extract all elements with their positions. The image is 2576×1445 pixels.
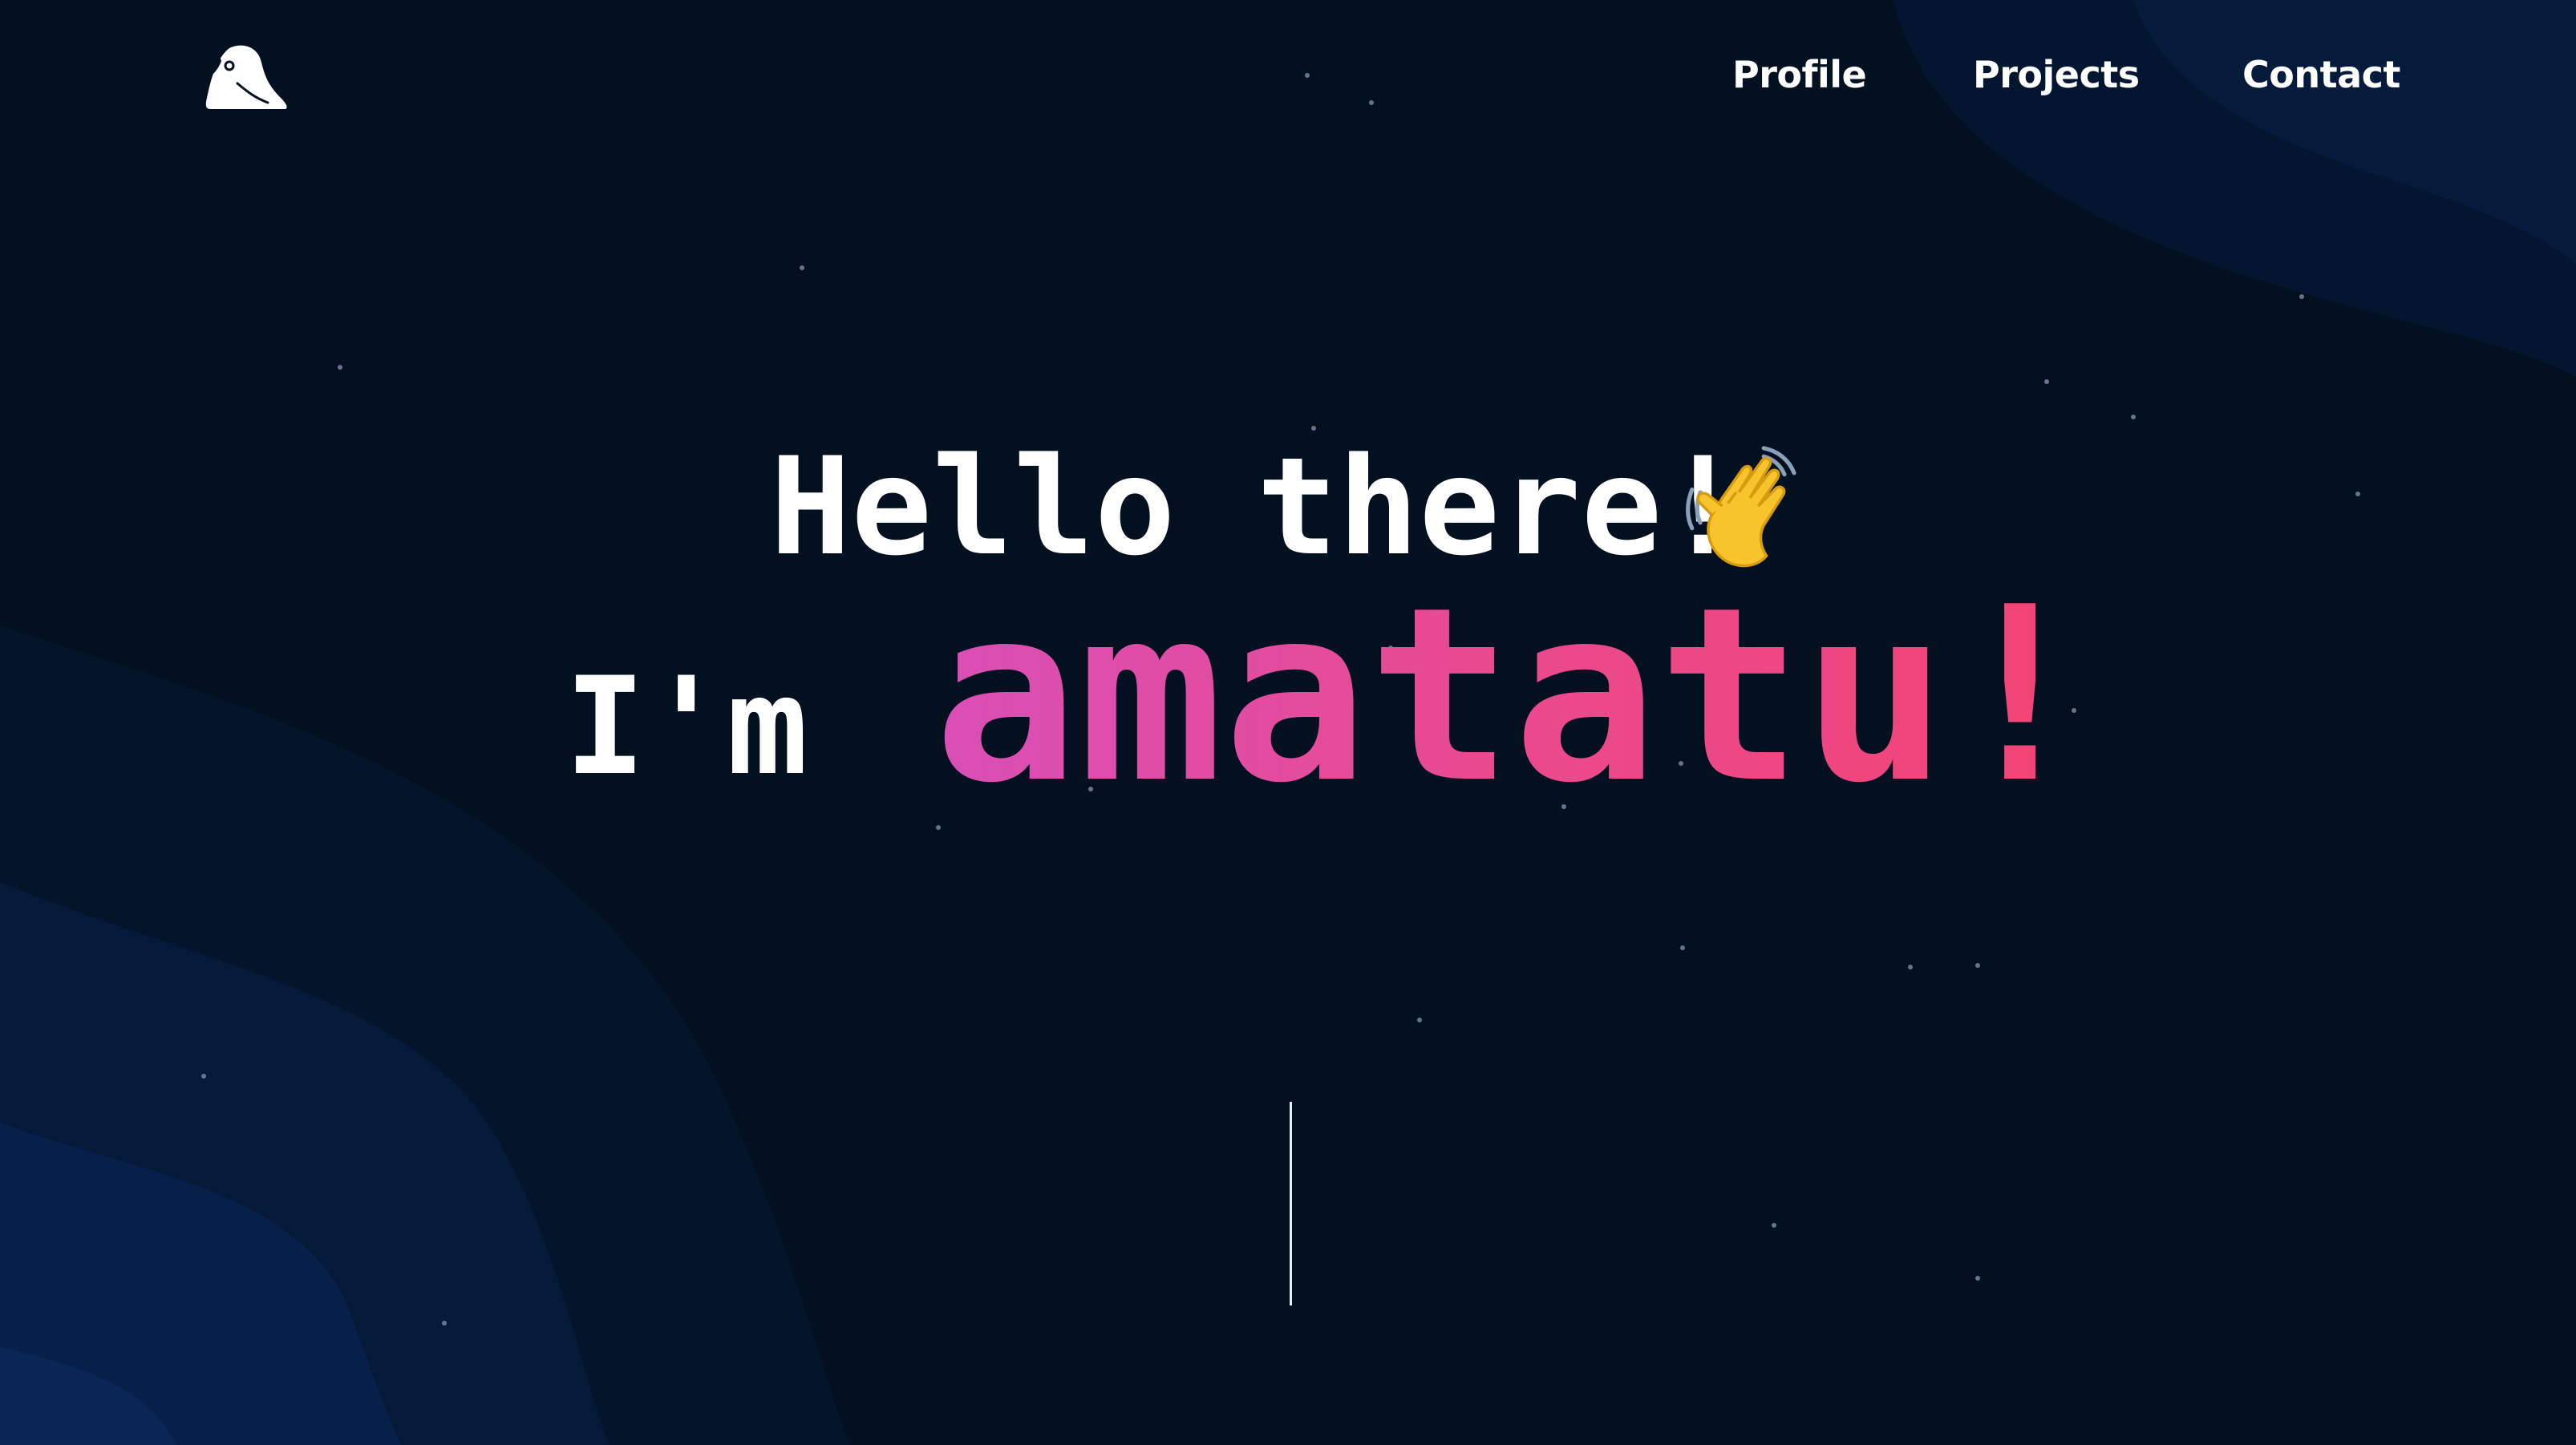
nav-projects-link[interactable]: Projects [1973,53,2140,96]
star-dot [1975,963,1980,968]
star-dot [1305,73,1310,78]
star-dot [2131,415,2136,419]
star-dot [1680,945,1685,950]
parrot-logo-icon[interactable] [205,42,289,114]
star-dot [1975,1276,1980,1281]
star-dot [1417,1018,1422,1022]
star-dot [442,1321,447,1326]
scroll-indicator [1290,1102,1292,1305]
star-dot [1908,965,1913,969]
intro-prefix: I'm [565,648,808,805]
star-dot [338,365,342,370]
star-dot [2044,379,2049,384]
star-dot [1369,100,1374,105]
star-dot [1772,1223,1776,1228]
name-heading: amatatu! [934,556,2092,836]
greeting-heading: Hello there! [770,428,1744,585]
nav-profile-link[interactable]: Profile [1732,53,1867,96]
star-dot [800,265,804,270]
nav-contact-link[interactable]: Contact [2242,53,2400,96]
star-dot [2355,492,2360,496]
star-dot [201,1074,206,1079]
star-dot [2299,294,2304,299]
